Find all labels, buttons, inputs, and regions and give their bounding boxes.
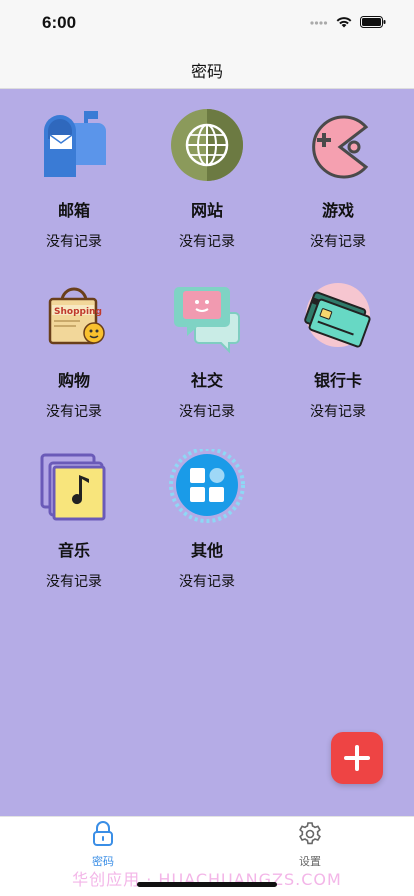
globe-icon <box>169 109 245 185</box>
category-bank-card[interactable]: 银行卡 没有记录 <box>278 279 398 421</box>
category-status: 没有记录 <box>46 404 102 420</box>
category-game[interactable]: 游戏 没有记录 <box>278 109 398 251</box>
battery-icon <box>360 16 386 28</box>
category-name: 邮箱 <box>57 201 90 220</box>
music-icon <box>36 449 112 525</box>
category-other[interactable]: 其他 没有记录 <box>147 449 267 591</box>
gear-icon <box>299 822 321 845</box>
category-name: 游戏 <box>321 201 354 220</box>
category-status: 没有记录 <box>46 234 102 250</box>
wifi-icon <box>336 17 352 28</box>
category-social[interactable]: 社交 没有记录 <box>147 279 267 421</box>
shopping-bag-icon: Shopping <box>36 279 112 355</box>
tab-passwords[interactable]: 密码 <box>53 821 153 869</box>
category-name: 其他 <box>190 541 223 560</box>
chat-icon <box>169 279 245 355</box>
lock-icon <box>93 821 113 846</box>
mailbox-icon <box>36 109 112 185</box>
category-name: 网站 <box>190 201 223 220</box>
bank-card-icon <box>300 279 376 355</box>
category-status: 没有记录 <box>179 234 235 250</box>
status-icons <box>310 16 386 28</box>
plus-icon <box>344 745 370 771</box>
home-indicator <box>137 882 277 887</box>
category-name: 音乐 <box>57 541 90 560</box>
status-bar: 6:00 <box>0 0 414 48</box>
category-name: 银行卡 <box>313 371 362 390</box>
navigation-bar: 密码 <box>0 48 414 89</box>
category-status: 没有记录 <box>179 574 235 590</box>
game-icon <box>300 109 376 185</box>
category-grid: 邮箱 没有记录 网站 没有记录 游戏 没有记录 Shopping 购物 没有记录… <box>0 89 414 816</box>
status-time: 6:00 <box>42 13 77 32</box>
category-status: 没有记录 <box>46 574 102 590</box>
category-website[interactable]: 网站 没有记录 <box>147 109 267 251</box>
add-button[interactable] <box>331 732 383 784</box>
apps-icon <box>169 449 245 525</box>
page-title: 密码 <box>190 62 223 81</box>
category-name: 社交 <box>190 371 223 390</box>
category-status: 没有记录 <box>310 234 366 250</box>
category-shopping[interactable]: Shopping 购物 没有记录 <box>14 279 134 421</box>
category-music[interactable]: 音乐 没有记录 <box>14 449 134 591</box>
cellular-signal-icon <box>310 21 328 25</box>
category-status: 没有记录 <box>310 404 366 420</box>
category-status: 没有记录 <box>179 404 235 420</box>
category-name: 购物 <box>57 371 90 390</box>
category-mailbox[interactable]: 邮箱 没有记录 <box>14 109 134 251</box>
tab-settings[interactable]: 设置 <box>260 821 360 869</box>
svg-text:Shopping: Shopping <box>54 307 102 317</box>
